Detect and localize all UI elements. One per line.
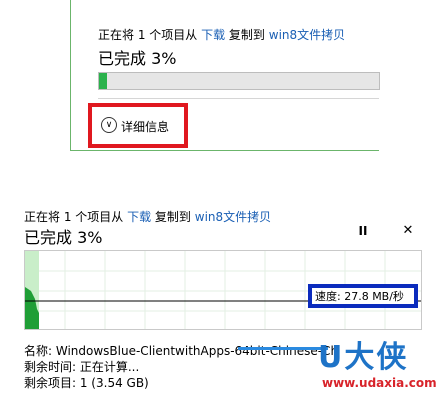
watermark-brand: U大侠 bbox=[318, 340, 409, 375]
progress-bar-fill bbox=[99, 73, 108, 89]
copy-status-line: 正在将 1 个项目从 下载 复制到 win8文件拷贝 bbox=[24, 208, 271, 225]
status-mid: 复制到 bbox=[151, 210, 195, 224]
progress-title: 已完成 3% bbox=[98, 49, 177, 68]
status-mid: 复制到 bbox=[225, 28, 269, 42]
status-prefix: 正在将 1 个项目从 bbox=[98, 28, 202, 42]
file-name: 名称: WindowsBlue-ClientwithApps-64bit-Chi… bbox=[24, 344, 339, 358]
speed-readout: 速度: 27.8 MB/秒 bbox=[315, 290, 404, 303]
speed-readout-highlight: 速度: 27.8 MB/秒 bbox=[308, 284, 418, 308]
watermark-url: www.udaxia.com bbox=[322, 376, 437, 390]
pause-button[interactable]: II bbox=[355, 223, 371, 239]
source-folder-link[interactable]: 下载 bbox=[201, 28, 225, 42]
destination-folder-link[interactable]: win8文件拷贝 bbox=[195, 210, 271, 224]
source-folder-link[interactable]: 下载 bbox=[127, 210, 151, 224]
divider bbox=[98, 98, 379, 99]
progress-title: 已完成 3% bbox=[24, 228, 103, 247]
status-prefix: 正在将 1 个项目从 bbox=[24, 210, 128, 224]
time-remaining: 剩余时间: 正在计算... bbox=[24, 360, 140, 374]
progress-bar bbox=[98, 72, 380, 90]
more-details-button[interactable]: ∨ 详细信息 bbox=[88, 103, 188, 148]
items-remaining: 剩余项目: 1 (3.54 GB) bbox=[24, 376, 149, 390]
copy-status-line: 正在将 1 个项目从 下载 复制到 win8文件拷贝 bbox=[98, 26, 345, 43]
destination-folder-link[interactable]: win8文件拷贝 bbox=[269, 28, 345, 42]
watermark-bar bbox=[238, 347, 328, 350]
more-details-label: 详细信息 bbox=[121, 120, 170, 134]
chevron-down-icon: ∨ bbox=[101, 117, 117, 133]
copy-dialog-expanded: 正在将 1 个项目从 下载 复制到 win8文件拷贝 已完成 3% II ✕ 速… bbox=[0, 196, 438, 397]
close-button[interactable]: ✕ bbox=[400, 223, 416, 239]
